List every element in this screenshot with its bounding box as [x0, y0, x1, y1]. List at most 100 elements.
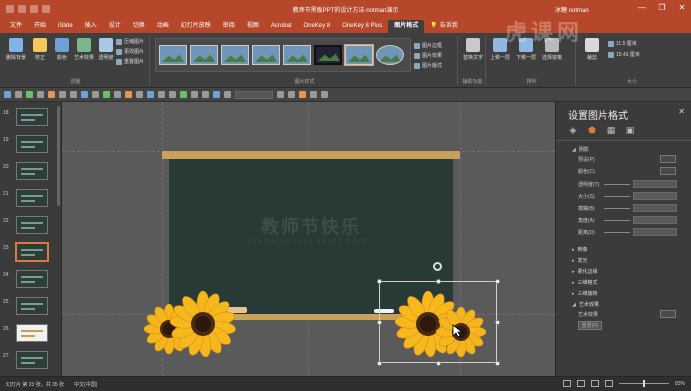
blur-slider[interactable]	[604, 208, 630, 209]
height-field[interactable]: 11.5 厘米	[608, 40, 637, 47]
text-box-icon[interactable]	[213, 91, 220, 98]
tab-review[interactable]: 审阅	[217, 20, 241, 33]
tab-picture-format[interactable]: 图片格式	[388, 20, 425, 33]
slide-thumbnail-row[interactable]: 24	[0, 268, 61, 290]
soft-edges-section-header[interactable]: ▸ 柔化边缘	[572, 268, 598, 275]
tab-design[interactable]: 设计	[103, 20, 127, 33]
slide-thumbnail-row[interactable]: 20	[0, 160, 61, 182]
slide-thumbnail[interactable]	[16, 162, 48, 180]
new-slide-icon[interactable]	[4, 91, 11, 98]
tab-onekey8[interactable]: OneKey 8	[298, 20, 337, 33]
transparency-button[interactable]: 透明度	[94, 36, 118, 70]
pane-close-button[interactable]: ✕	[678, 107, 685, 116]
tab-file[interactable]: 文件	[4, 20, 28, 33]
slide-thumbnail-row[interactable]: 23	[0, 241, 61, 263]
group-icon[interactable]	[92, 91, 99, 98]
outline-icon[interactable]	[136, 91, 143, 98]
slide-thumbnail[interactable]	[15, 242, 49, 262]
picture-layout-button[interactable]: 图片版式	[414, 62, 442, 69]
shape-icon[interactable]	[48, 91, 55, 98]
size-slider[interactable]	[604, 196, 630, 197]
effects-icon[interactable]	[147, 91, 154, 98]
tab-onekey8-plus[interactable]: OneKey 8 Plus	[336, 20, 388, 33]
slideshow-icon[interactable]	[604, 380, 613, 387]
tab-transitions[interactable]: 切换	[127, 20, 151, 33]
tab-islide[interactable]: iSlide	[52, 20, 79, 33]
artistic-effects-button[interactable]: 艺术效果	[72, 36, 96, 70]
slide-thumbnail-row[interactable]: 27	[0, 349, 61, 371]
resize-handle[interactable]	[495, 320, 500, 325]
slide-thumbnail-row[interactable]: 21	[0, 187, 61, 209]
angle-slider[interactable]	[604, 220, 630, 221]
bold-icon[interactable]	[277, 91, 284, 98]
picture-style-8[interactable]	[376, 45, 404, 65]
slide-thumbnail[interactable]	[16, 216, 48, 234]
change-picture-button[interactable]: 更改图片	[116, 48, 144, 55]
picture-style-5[interactable]	[283, 45, 311, 65]
picture-icon[interactable]	[180, 91, 187, 98]
blur-input[interactable]	[633, 204, 677, 212]
tab-acrobat[interactable]: Acrobat	[265, 20, 298, 33]
align-center-icon[interactable]	[70, 91, 77, 98]
slide-thumbnail-row[interactable]: 25	[0, 295, 61, 317]
highlight-icon[interactable]	[299, 91, 306, 98]
reflection-section-header[interactable]: ▸ 映像	[572, 246, 588, 253]
compress-pictures-button[interactable]: 压缩图片	[116, 38, 144, 45]
sunflower-large-left[interactable]	[170, 290, 236, 358]
angle-input[interactable]	[633, 216, 677, 224]
font-icon[interactable]	[37, 91, 44, 98]
3d-rotation-section-header[interactable]: ▸ 三维旋转	[572, 290, 598, 297]
tab-insert[interactable]: 插入	[79, 20, 103, 33]
effects-pentagon-icon[interactable]: ⬟	[587, 125, 597, 135]
resize-handle[interactable]	[436, 279, 441, 284]
3d-format-section-header[interactable]: ▸ 三维格式	[572, 279, 598, 286]
underline-icon[interactable]	[310, 91, 317, 98]
artistic-effects-dropdown[interactable]	[660, 310, 676, 318]
rotate-icon[interactable]	[103, 91, 110, 98]
reading-view-icon[interactable]	[590, 380, 599, 387]
resize-handle[interactable]	[495, 361, 500, 366]
picture-style-1[interactable]	[159, 45, 187, 65]
artistic-effects-section-header[interactable]: ◢ 艺术效果	[572, 301, 599, 308]
zoom-slider[interactable]	[618, 380, 669, 387]
slide-thumbnail[interactable]	[16, 189, 48, 207]
picture-style-2[interactable]	[190, 45, 218, 65]
tab-view[interactable]: 视图	[241, 20, 265, 33]
board-frame-top[interactable]	[162, 151, 460, 159]
line-icon[interactable]	[224, 91, 231, 98]
slide-thumbnail[interactable]	[16, 297, 48, 315]
fill-line-icon[interactable]: ◈	[568, 125, 578, 135]
crop-small-icon[interactable]	[169, 91, 176, 98]
italic-icon[interactable]	[288, 91, 295, 98]
rotate-handle[interactable]	[433, 262, 442, 271]
resize-handle[interactable]	[436, 361, 441, 366]
format-painter-icon[interactable]	[26, 91, 33, 98]
picture-style-4[interactable]	[252, 45, 280, 65]
zoom-level[interactable]: 83%	[675, 381, 685, 387]
slide-thumbnail-row[interactable]: 18	[0, 106, 61, 128]
corrections-button[interactable]: 校正	[28, 36, 52, 70]
picture-style-6[interactable]	[314, 45, 342, 65]
distance-input[interactable]	[633, 228, 677, 236]
slide-thumbnail[interactable]	[16, 270, 48, 288]
slide-sorter-icon[interactable]	[576, 380, 585, 387]
distribute-icon[interactable]	[81, 91, 88, 98]
resize-handle[interactable]	[377, 320, 382, 325]
color-button[interactable]: 颜色	[50, 36, 74, 70]
width-field[interactable]: 15.43 厘米	[608, 51, 640, 58]
picture-settings-icon[interactable]: ▣	[625, 125, 635, 135]
resize-handle[interactable]	[495, 279, 500, 284]
tab-animations[interactable]: 动画	[151, 20, 175, 33]
slide-thumbnail[interactable]	[16, 135, 48, 153]
distance-slider[interactable]	[604, 232, 630, 233]
font-size-field[interactable]	[235, 90, 273, 99]
slide-thumbnail[interactable]	[16, 324, 48, 342]
alt-text-button[interactable]: 替换文字	[461, 36, 485, 70]
normal-view-icon[interactable]	[562, 380, 571, 387]
layout-icon[interactable]	[15, 91, 22, 98]
slide-canvas[interactable]: 教师节快乐 TEACHERS' DAY HAPPY HAPPY	[62, 102, 555, 376]
more-icon[interactable]	[321, 91, 328, 98]
slide-subtitle[interactable]: TEACHERS' DAY HAPPY HAPPY	[169, 239, 453, 245]
slide-thumbnail-row[interactable]: 26	[0, 322, 61, 344]
slide-thumbnail-row[interactable]: 19	[0, 133, 61, 155]
